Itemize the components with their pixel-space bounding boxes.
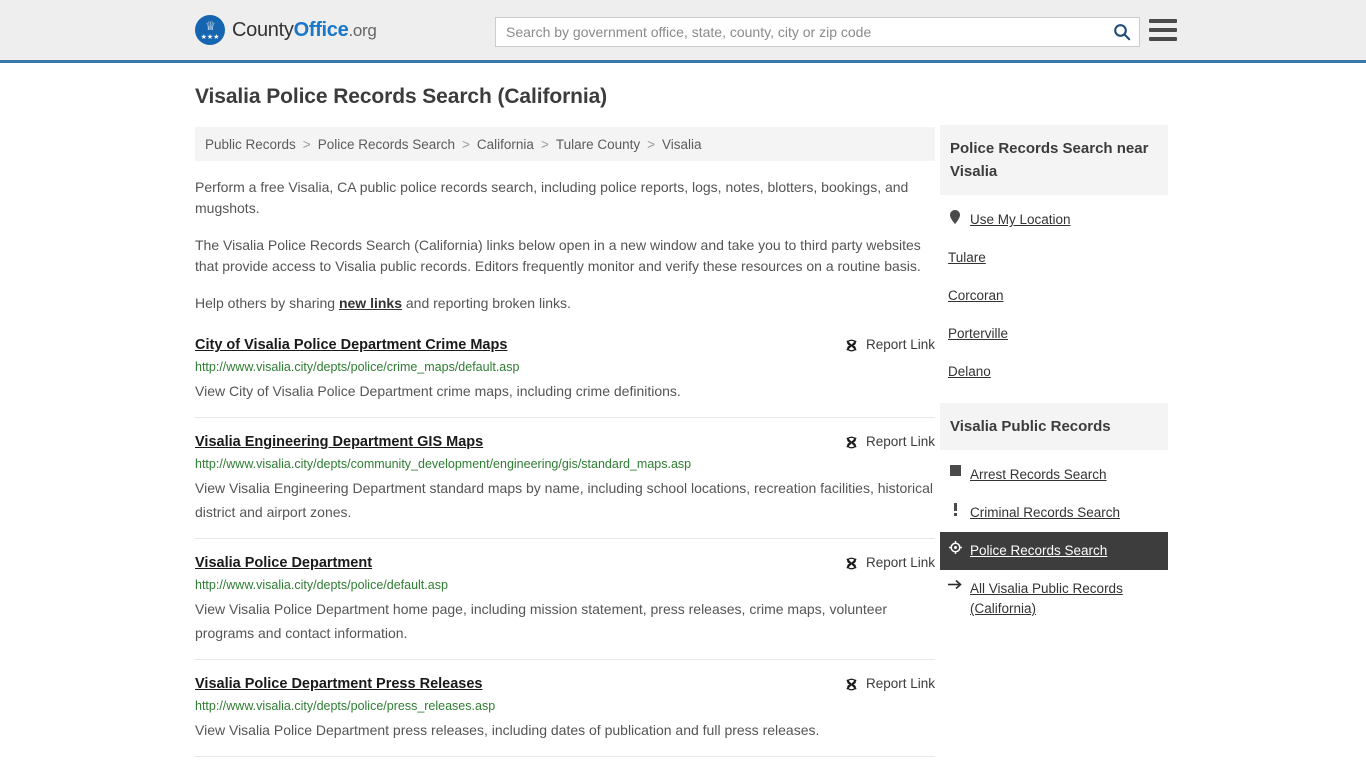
- logo-tld: .org: [348, 20, 377, 40]
- result-header: Visalia Engineering Department GIS Maps …: [195, 432, 935, 452]
- intro-p3-before: Help others by sharing: [195, 295, 339, 311]
- main-content: Visalia Police Records Search (Californi…: [195, 85, 935, 768]
- breadcrumb-separator: >: [540, 136, 549, 152]
- result-url: http://www.visalia.city/depts/police/cri…: [195, 360, 520, 374]
- sidebar-item-label[interactable]: Porterville: [948, 324, 1008, 344]
- broken-link-icon: [846, 678, 857, 690]
- breadcrumb-separator: >: [462, 136, 470, 152]
- result-url: http://www.visalia.city/depts/police/pre…: [195, 699, 496, 713]
- report-link-label: Report Link: [865, 555, 935, 570]
- breadcrumb-item-tulare-county[interactable]: Tulare County: [556, 137, 640, 152]
- panel-public-records-heading: Visalia Public Records: [940, 403, 1168, 450]
- report-link-label: Report Link: [865, 676, 935, 691]
- panel-public-records: Visalia Public Records Arrest Records Se…: [940, 403, 1168, 628]
- breadcrumb-item-police-records-search[interactable]: Police Records Search: [318, 137, 455, 152]
- arrow-right-icon: [948, 579, 962, 590]
- search-input[interactable]: [496, 19, 1105, 45]
- result-description: View City of Visalia Police Department c…: [195, 383, 681, 399]
- result-description: View Visalia Police Department home page…: [195, 601, 888, 641]
- eagle-shield-icon: ♕ ★★★: [195, 15, 225, 45]
- result-title-link[interactable]: Visalia Police Department Press Releases: [195, 674, 482, 694]
- intro-paragraph-1: Perform a free Visalia, CA public police…: [195, 179, 909, 216]
- site-header: ♕ ★★★ CountyOffice.org: [0, 0, 1366, 63]
- sidebar-item-police-records-search[interactable]: Police Records Search: [940, 532, 1168, 570]
- report-link-label: Report Link: [865, 434, 935, 449]
- result-url: http://www.visalia.city/depts/police/def…: [195, 578, 448, 592]
- breadcrumb-separator: >: [647, 136, 656, 152]
- site-logo[interactable]: ♕ ★★★ CountyOffice.org: [195, 15, 377, 45]
- report-link-button[interactable]: Report Link: [844, 335, 935, 355]
- sidebar: Police Records Search near Visalia Use M…: [940, 125, 1168, 640]
- report-link-button[interactable]: Report Link: [844, 674, 935, 694]
- search-icon: [1114, 24, 1131, 41]
- intro-text: Perform a free Visalia, CA public police…: [195, 177, 935, 314]
- breadcrumb-item-visalia[interactable]: Visalia: [662, 137, 702, 152]
- sidebar-item-arrest-records-search[interactable]: Arrest Records Search: [940, 456, 1168, 494]
- sidebar-item-label[interactable]: Corcoran: [948, 286, 1004, 306]
- panel-nearby-body: Use My Location Tulare Corcoran Portervi…: [940, 195, 1168, 391]
- sidebar-item-label[interactable]: All Visalia Public Records (California): [970, 579, 1160, 619]
- sidebar-item-label[interactable]: Delano: [948, 362, 991, 382]
- square-icon: [948, 465, 962, 476]
- result-title-link[interactable]: City of Visalia Police Department Crime …: [195, 335, 507, 355]
- breadcrumb: Public Records > Police Records Search >…: [195, 127, 935, 161]
- broken-link-icon: [846, 557, 857, 569]
- sidebar-item-corcoran[interactable]: Corcoran: [940, 277, 1168, 315]
- logo-word-county: County: [232, 18, 294, 41]
- search-bar: [495, 17, 1140, 47]
- result-item: Visalia Police Department Report Link ht…: [195, 553, 935, 660]
- exclamation-icon: [948, 503, 962, 516]
- breadcrumb-item-public-records[interactable]: Public Records: [205, 137, 296, 152]
- sidebar-item-porterville[interactable]: Porterville: [940, 315, 1168, 353]
- result-item: Visalia Police Department Press Releases…: [195, 674, 935, 757]
- sidebar-item-use-my-location[interactable]: Use My Location: [940, 201, 1168, 239]
- logo-word-office: Office: [293, 18, 349, 41]
- result-url: http://www.visalia.city/depts/community_…: [195, 457, 692, 471]
- new-links-link[interactable]: new links: [339, 295, 402, 311]
- report-link-button[interactable]: Report Link: [844, 553, 935, 573]
- panel-public-records-body: Arrest Records Search Criminal Records S…: [940, 450, 1168, 628]
- intro-p3-after: and reporting broken links.: [402, 295, 571, 311]
- sidebar-item-delano[interactable]: Delano: [940, 353, 1168, 391]
- result-title-link[interactable]: Visalia Engineering Department GIS Maps: [195, 432, 483, 452]
- sidebar-item-criminal-records-search[interactable]: Criminal Records Search: [940, 494, 1168, 532]
- sidebar-item-label[interactable]: Arrest Records Search: [970, 465, 1107, 485]
- sidebar-item-all-public-records[interactable]: All Visalia Public Records (California): [940, 570, 1168, 628]
- hamburger-menu-icon[interactable]: [1149, 19, 1177, 41]
- sidebar-item-label[interactable]: Use My Location: [970, 210, 1071, 230]
- panel-nearby-heading: Police Records Search near Visalia: [940, 125, 1168, 195]
- report-link-button[interactable]: Report Link: [844, 432, 935, 452]
- result-header: Visalia Police Department Report Link: [195, 553, 935, 573]
- breadcrumb-separator: >: [302, 136, 311, 152]
- result-item: City of Visalia Police Department Crime …: [195, 335, 935, 418]
- broken-link-icon: [846, 436, 857, 448]
- page-title: Visalia Police Records Search (Californi…: [195, 85, 608, 108]
- result-title-link[interactable]: Visalia Police Department: [195, 553, 372, 573]
- report-link-label: Report Link: [865, 337, 935, 352]
- result-description: View Visalia Engineering Department stan…: [195, 480, 933, 520]
- result-header: City of Visalia Police Department Crime …: [195, 335, 935, 355]
- logo-text: CountyOffice.org: [232, 19, 377, 42]
- search-button[interactable]: [1105, 18, 1139, 46]
- panel-nearby-searches: Police Records Search near Visalia Use M…: [940, 125, 1168, 391]
- broken-link-icon: [846, 339, 857, 351]
- result-item: Visalia Engineering Department GIS Maps …: [195, 432, 935, 539]
- result-header: Visalia Police Department Press Releases…: [195, 674, 935, 694]
- sidebar-item-label[interactable]: Police Records Search: [970, 541, 1107, 561]
- intro-paragraph-2: The Visalia Police Records Search (Calif…: [195, 237, 921, 274]
- sidebar-item-label[interactable]: Criminal Records Search: [970, 503, 1120, 523]
- result-description: View Visalia Police Department press rel…: [195, 722, 820, 738]
- sidebar-item-label[interactable]: Tulare: [948, 248, 986, 268]
- results-list: City of Visalia Police Department Crime …: [195, 335, 935, 757]
- map-pin-icon: [948, 210, 962, 224]
- sidebar-item-tulare[interactable]: Tulare: [940, 239, 1168, 277]
- target-icon: [948, 541, 962, 554]
- intro-paragraph-3: Help others by sharing new links and rep…: [195, 293, 935, 314]
- breadcrumb-item-california[interactable]: California: [477, 137, 534, 152]
